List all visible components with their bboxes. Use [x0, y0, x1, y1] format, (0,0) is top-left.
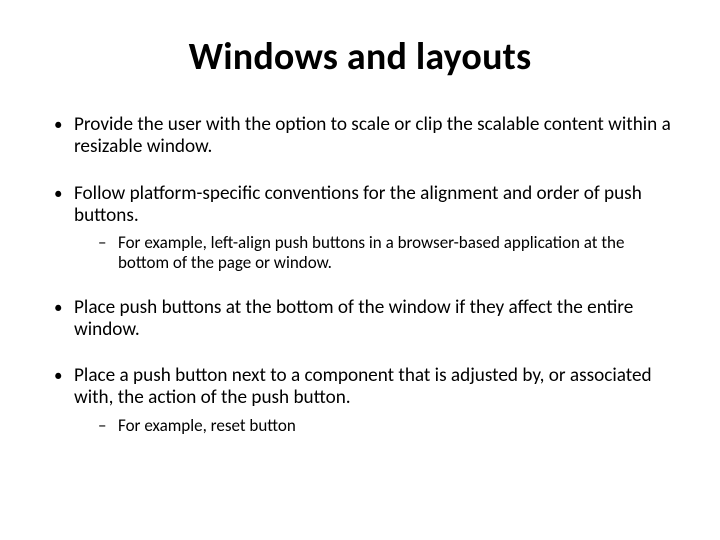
sub-list-item-text: For example, left-align push buttons in …	[118, 232, 624, 273]
sub-list-item: For example, left-align push buttons in …	[74, 233, 674, 272]
slide-title: Windows and layouts	[46, 34, 674, 80]
sub-list: For example, left-align push buttons in …	[74, 233, 674, 272]
list-item: Place a push button next to a component …	[46, 365, 674, 435]
list-item: Place push buttons at the bottom of the …	[46, 297, 674, 342]
sub-list-item: For example, reset button	[74, 416, 674, 436]
sub-list: For example, reset button	[74, 416, 674, 436]
sub-list-item-text: For example, reset button	[118, 415, 296, 436]
list-item: Follow platform-specific conventions for…	[46, 183, 674, 273]
list-item-text: Place a push button next to a component …	[74, 364, 652, 409]
bullet-list: Provide the user with the option to scal…	[46, 114, 674, 435]
slide: Windows and layouts Provide the user wit…	[0, 0, 720, 540]
list-item: Provide the user with the option to scal…	[46, 114, 674, 159]
list-item-text: Place push buttons at the bottom of the …	[74, 296, 633, 341]
list-item-text: Follow platform-specific conventions for…	[74, 182, 642, 227]
list-item-text: Provide the user with the option to scal…	[74, 113, 671, 158]
